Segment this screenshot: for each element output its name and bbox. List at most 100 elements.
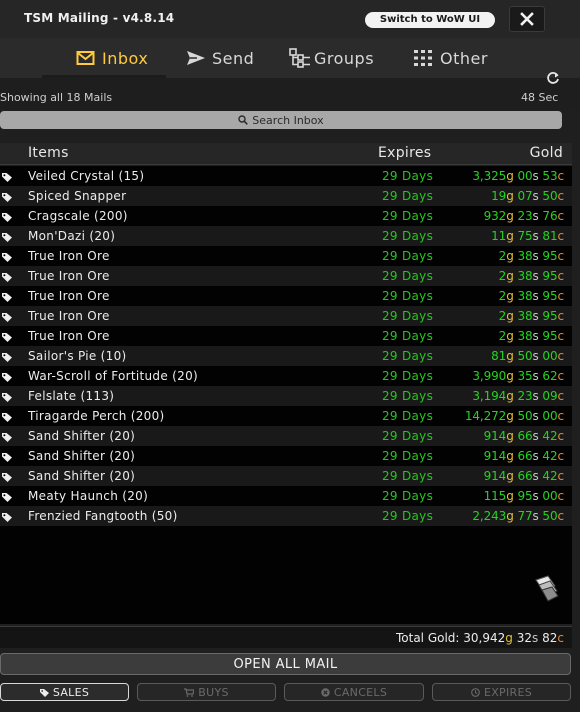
title-bar[interactable]: TSM Mailing - v4.8.14 Switch to WoW UI xyxy=(0,0,580,38)
switch-to-wow-ui-button[interactable]: Switch to WoW UI xyxy=(365,12,495,28)
expires-text: 29 Days xyxy=(382,489,434,503)
table-row[interactable]: Frenzied Fangtooth (50) 29 Days 2,243g 77s… xyxy=(0,506,572,526)
copper-amount: 76 xyxy=(542,209,558,223)
table-row[interactable]: War-Scroll of Fortitude (20) 29 Days 3,990… xyxy=(0,366,572,386)
item-name: Meaty Haunch (20) xyxy=(28,489,149,503)
item-name: War-Scroll of Fortitude (20) xyxy=(28,369,198,383)
table-row[interactable]: True Iron Ore 29 Days 2g 38s 95c xyxy=(0,266,572,286)
grid-icon xyxy=(414,50,432,66)
table-row[interactable]: Mon'Dazi (20) 29 Days 11g 75s 81c xyxy=(0,226,572,246)
filter-cancels-button[interactable]: CANCELS xyxy=(284,683,424,701)
total-gold-label: Total Gold: xyxy=(395,631,464,645)
expires-text: 29 Days xyxy=(382,429,434,443)
gold-value: 914g 66s 42c xyxy=(483,469,564,483)
copper-amount: 42 xyxy=(542,429,558,443)
filter-sales-label: SALES xyxy=(52,685,90,699)
silver-amount: 23 xyxy=(517,389,533,403)
copper-amount: 95 xyxy=(542,269,558,283)
filter-sales-button[interactable]: SALES xyxy=(0,683,129,701)
gold-value: 3,990g 35s 62c xyxy=(472,369,564,383)
cart-icon xyxy=(184,687,195,697)
groups-icon xyxy=(289,48,311,68)
silver-amount: 00 xyxy=(517,169,533,183)
table-row[interactable]: Veiled Crystal (15) 29 Days 3,325g 00s 53c xyxy=(0,166,572,186)
table-row[interactable]: Spiced Snapper 29 Days 19g 07s 50c xyxy=(0,186,572,206)
table-header: Items Expires Gold xyxy=(0,143,572,165)
table-row[interactable]: Sand Shifter (20) 29 Days 914g 66s 42c xyxy=(0,426,572,446)
total-gold: Total Gold: 30,942g 32s 82c xyxy=(395,631,564,645)
table-row[interactable]: Cragscale (200) 29 Days 932g 23s 76c xyxy=(0,206,572,226)
tag-icon xyxy=(2,371,12,385)
mail-bags-icon[interactable] xyxy=(530,574,560,606)
gold-value: 2g 38s 95c xyxy=(498,329,564,343)
expires-text: 29 Days xyxy=(382,189,434,203)
close-button[interactable] xyxy=(509,6,545,32)
silver-amount: 23 xyxy=(517,209,533,223)
total-copper-amount: 82 xyxy=(542,631,558,645)
column-items[interactable]: Items xyxy=(28,145,69,161)
silver-amount: 07 xyxy=(517,189,533,203)
item-name: Sand Shifter (20) xyxy=(28,449,136,463)
table-row[interactable]: True Iron Ore 29 Days 2g 38s 95c xyxy=(0,326,572,346)
search-placeholder: Search Inbox xyxy=(252,113,324,127)
tag-icon xyxy=(2,291,12,305)
filter-buys-button[interactable]: BUYS xyxy=(137,683,276,701)
item-name: Sand Shifter (20) xyxy=(28,469,136,483)
table-row[interactable]: Felslate (113) 29 Days 3,194g 23s 09c xyxy=(0,386,572,406)
table-row[interactable]: True Iron Ore 29 Days 2g 38s 95c xyxy=(0,306,572,326)
tag-icon xyxy=(39,688,49,697)
tag-icon xyxy=(2,331,12,345)
item-name: Cragscale (200) xyxy=(28,209,128,223)
table-row[interactable]: Sand Shifter (20) 29 Days 914g 66s 42c xyxy=(0,446,572,466)
gold-value: 11g 75s 81c xyxy=(491,229,564,243)
silver-amount: 38 xyxy=(517,269,533,283)
gold-value: 914g 66s 42c xyxy=(483,429,564,443)
expires-text: 29 Days xyxy=(382,389,434,403)
total-silver-amount: 32 xyxy=(516,631,533,645)
item-name: True Iron Ore xyxy=(28,289,110,303)
refresh-icon[interactable] xyxy=(546,70,560,89)
copper-amount: 81 xyxy=(542,229,558,243)
gold-amount: 914 xyxy=(483,429,507,443)
table-row[interactable]: True Iron Ore 29 Days 2g 38s 95c xyxy=(0,286,572,306)
silver-amount: 38 xyxy=(517,309,533,323)
table-row[interactable]: Tiragarde Perch (200) 29 Days 14,272g 50s … xyxy=(0,406,572,426)
refresh-timer: 48 Sec xyxy=(521,91,559,104)
open-all-mail-button[interactable]: OPEN ALL MAIL xyxy=(0,653,571,675)
copper-amount: 95 xyxy=(542,289,558,303)
gold-value: 932g 23s 76c xyxy=(483,209,564,223)
total-gold-amount: 30,942 xyxy=(463,631,506,645)
column-gold[interactable]: Gold xyxy=(530,145,563,161)
search-input[interactable]: Search Inbox xyxy=(0,111,562,129)
gold-amount: 11 xyxy=(491,229,507,243)
table-row[interactable]: Sand Shifter (20) 29 Days 914g 66s 42c xyxy=(0,466,572,486)
tab-other[interactable]: Other xyxy=(414,38,488,78)
tab-inbox[interactable]: Inbox xyxy=(76,38,148,78)
item-name: Mon'Dazi (20) xyxy=(28,229,116,243)
clock-icon xyxy=(471,687,480,697)
gold-value: 2g 38s 95c xyxy=(498,309,564,323)
filter-expires-label: EXPIRES xyxy=(483,685,533,699)
gold-amount: 932 xyxy=(483,209,507,223)
copper-amount: 53 xyxy=(542,169,558,183)
silver-amount: 66 xyxy=(517,429,533,443)
filter-expires-button[interactable]: EXPIRES xyxy=(432,683,571,701)
total-gold-bar: Total Gold: 30,942g 32s 82c xyxy=(0,626,572,648)
silver-amount: 95 xyxy=(517,489,533,503)
table-row[interactable]: Sailor's Pie (10) 29 Days 81g 50s 00c xyxy=(0,346,572,366)
copper-amount: 09 xyxy=(542,389,558,403)
gold-amount: 19 xyxy=(491,189,507,203)
search-icon xyxy=(238,115,249,125)
gold-amount: 3,194 xyxy=(472,389,507,403)
gold-value: 19g 07s 50c xyxy=(491,189,564,203)
item-name: Veiled Crystal (15) xyxy=(28,169,145,183)
table-row[interactable]: True Iron Ore 29 Days 2g 38s 95c xyxy=(0,246,572,266)
gold-value: 2g 38s 95c xyxy=(498,249,564,263)
tag-icon xyxy=(2,471,12,485)
tab-send[interactable]: Send xyxy=(186,38,254,78)
table-row[interactable]: Meaty Haunch (20) 29 Days 115g 95s 00c xyxy=(0,486,572,506)
filter-buys-label: BUYS xyxy=(198,685,229,699)
tab-groups[interactable]: Groups xyxy=(289,38,374,78)
column-expires[interactable]: Expires xyxy=(378,145,431,161)
silver-amount: 77 xyxy=(517,509,533,523)
